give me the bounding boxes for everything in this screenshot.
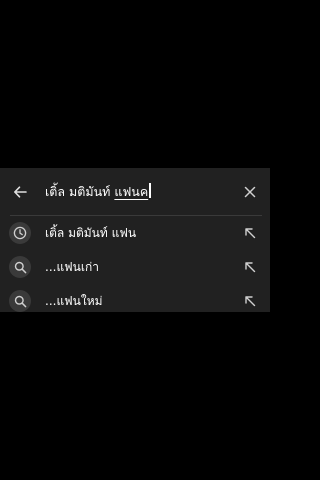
fill-query-button[interactable] <box>240 291 260 311</box>
search-query-composing-text: แฟนค <box>114 184 149 199</box>
search-bar: เติ้ล มติมันท์ แฟนค <box>0 168 270 216</box>
screen: เติ้ล มติมันท์ แฟนค เติ้ล มติมันท์ แฟน .… <box>0 0 270 480</box>
search-panel: เติ้ล มติมันท์ แฟนค เติ้ล มติมันท์ แฟน .… <box>0 168 270 312</box>
text-cursor <box>149 183 151 198</box>
suggestion-text: ...แฟนใหม่ <box>45 294 103 308</box>
close-icon <box>244 186 256 198</box>
fill-query-button[interactable] <box>240 257 260 277</box>
search-icon <box>14 295 26 307</box>
search-input[interactable]: เติ้ล มติมันท์ แฟนค <box>45 182 225 202</box>
clock-icon-container <box>9 222 31 244</box>
suggestion-text: ...แฟนเก่า <box>45 260 99 274</box>
back-button[interactable] <box>8 180 32 204</box>
arrow-up-left-icon <box>245 296 256 307</box>
arrow-left-icon <box>14 186 27 198</box>
suggestion-item-search[interactable]: ...แฟนใหม่ <box>0 284 270 318</box>
arrow-up-left-icon <box>245 262 256 273</box>
search-icon-container <box>9 290 31 312</box>
suggestion-list: เติ้ล มติมันท์ แฟน ...แฟนเก่า ...แฟนใหม่ <box>0 216 270 318</box>
clear-button[interactable] <box>238 180 262 204</box>
search-icon-container <box>9 256 31 278</box>
clock-icon <box>13 226 27 240</box>
suggestion-text: เติ้ล มติมันท์ แฟน <box>45 226 137 240</box>
search-query-text: เติ้ล มติมันท์ <box>45 184 115 199</box>
suggestion-item-history[interactable]: เติ้ล มติมันท์ แฟน <box>0 216 270 250</box>
fill-query-button[interactable] <box>240 223 260 243</box>
suggestion-item-search[interactable]: ...แฟนเก่า <box>0 250 270 284</box>
arrow-up-left-icon <box>245 228 256 239</box>
search-icon <box>14 261 26 273</box>
